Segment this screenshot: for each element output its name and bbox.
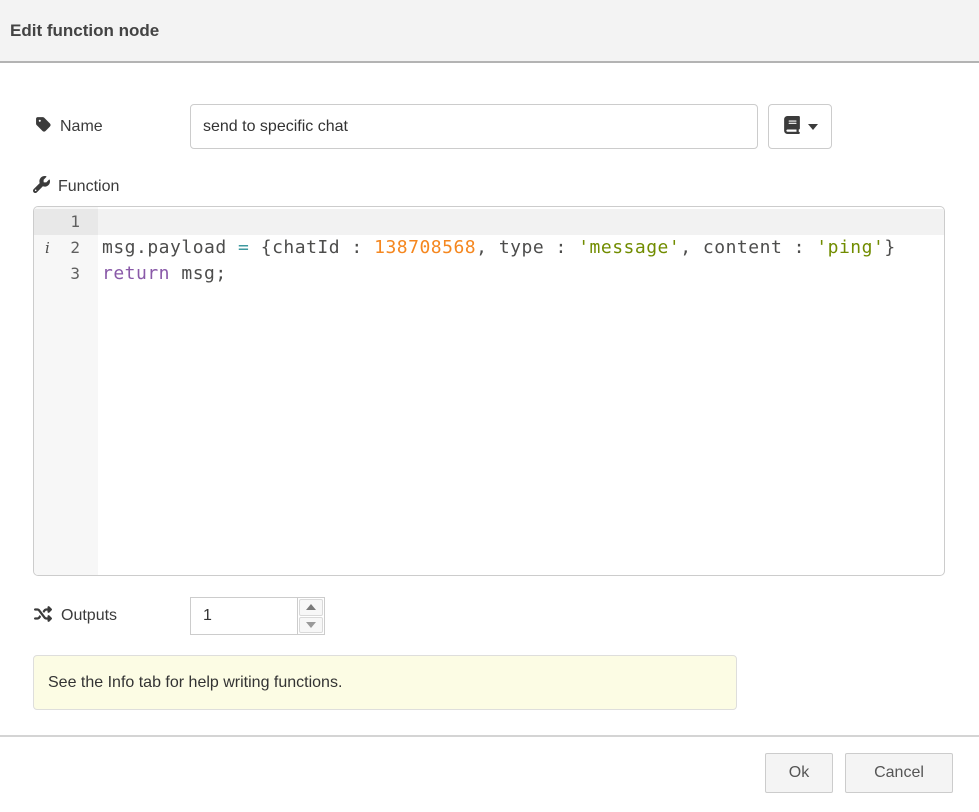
cancel-button[interactable]: Cancel <box>845 753 953 793</box>
dialog-header: Edit function node <box>0 0 979 63</box>
triangle-down-icon <box>306 622 316 628</box>
spinner-up-button[interactable] <box>299 599 323 616</box>
code-line <box>98 209 944 235</box>
editor-line[interactable]: 1 <box>34 209 944 235</box>
code-editor[interactable]: 1i2msg.payload = {chatId : 138708568, ty… <box>33 206 945 576</box>
name-label: Name <box>35 104 103 149</box>
outputs-input[interactable] <box>191 598 297 634</box>
line-number: 3 <box>34 261 98 287</box>
wrench-icon <box>33 176 50 198</box>
book-icon <box>783 116 801 137</box>
ok-button[interactable]: Ok <box>765 753 833 793</box>
annotation-info-icon: i <box>45 235 50 261</box>
function-label-text: Function <box>58 178 119 196</box>
editor-rows: 1i2msg.payload = {chatId : 138708568, ty… <box>34 209 944 287</box>
shuffle-icon <box>33 605 53 628</box>
function-label: Function <box>33 174 119 200</box>
line-number: i2 <box>34 235 98 261</box>
spinner-down-button[interactable] <box>299 617 323 634</box>
caret-down-icon <box>808 124 818 130</box>
name-input[interactable] <box>190 104 758 149</box>
code-line: return msg; <box>98 261 944 287</box>
dialog-title: Edit function node <box>10 21 159 41</box>
outputs-spinner <box>190 597 325 635</box>
code-line: msg.payload = {chatId : 138708568, type … <box>98 235 944 261</box>
footer-divider <box>0 735 979 737</box>
spinner-buttons <box>297 598 324 634</box>
line-number: 1 <box>34 209 98 235</box>
name-label-text: Name <box>60 118 103 136</box>
library-button[interactable] <box>768 104 832 149</box>
outputs-label-text: Outputs <box>61 607 117 625</box>
form-tip-text: See the Info tab for help writing functi… <box>48 674 342 692</box>
outputs-label: Outputs <box>33 597 117 635</box>
editor-line[interactable]: i2msg.payload = {chatId : 138708568, typ… <box>34 235 944 261</box>
triangle-up-icon <box>306 604 316 610</box>
form-tip: See the Info tab for help writing functi… <box>33 655 737 710</box>
tag-icon <box>35 116 52 138</box>
editor-line[interactable]: 3return msg; <box>34 261 944 287</box>
